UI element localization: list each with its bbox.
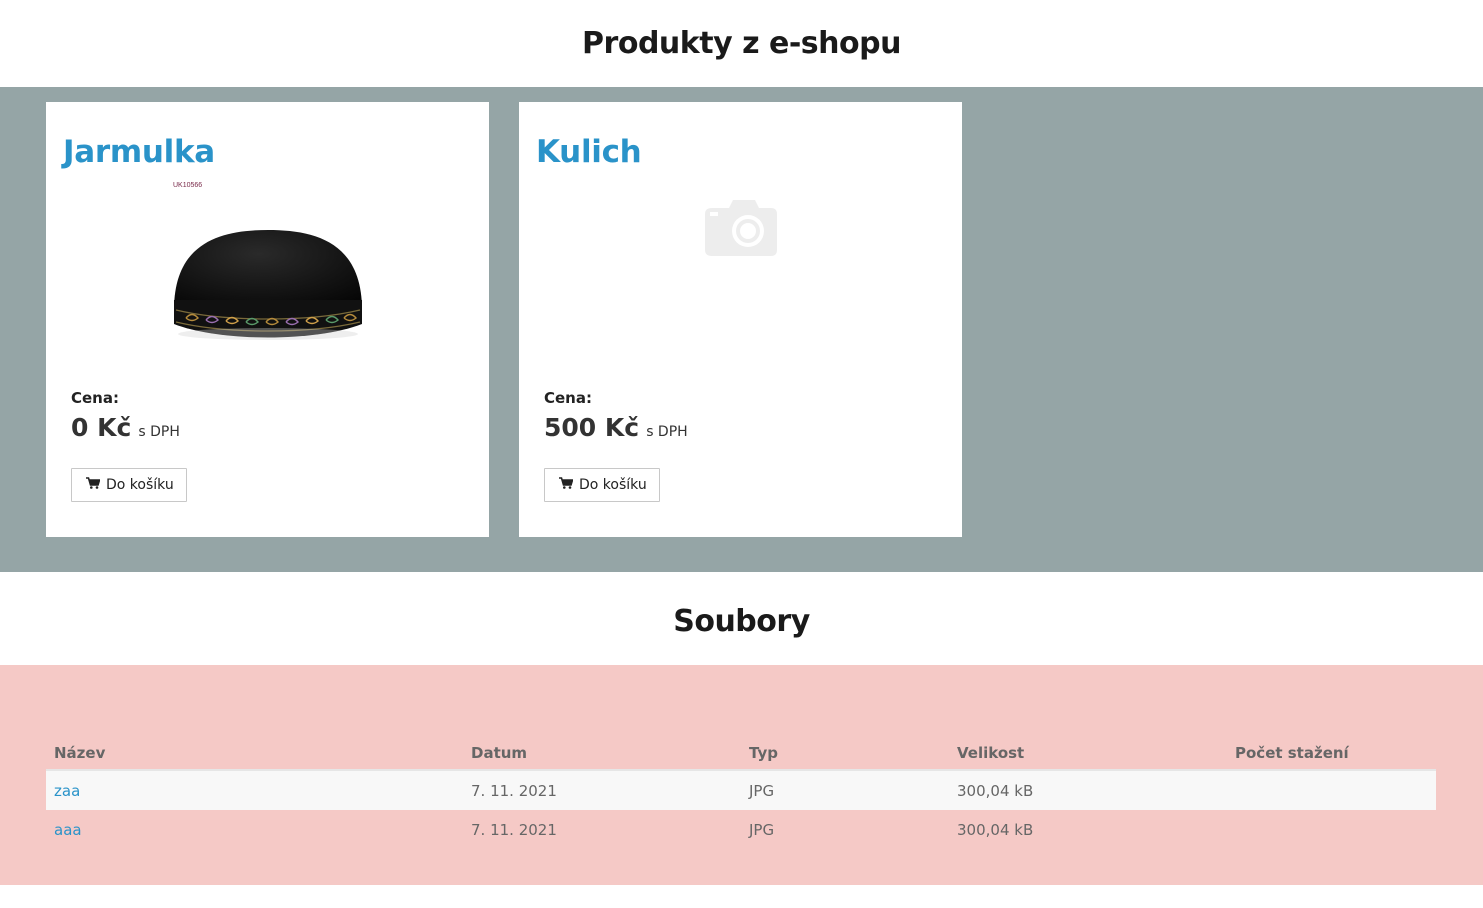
camera-placeholder-icon: [705, 200, 777, 256]
product-name-link[interactable]: Kulich: [536, 134, 642, 170]
price-label: Cena:: [544, 389, 592, 407]
price-label: Cena:: [71, 389, 119, 407]
file-name-cell: zaa: [46, 770, 463, 810]
file-downloads-cell: [1227, 810, 1436, 850]
shopping-cart-icon: [559, 477, 574, 493]
add-to-cart-button[interactable]: Do košíku: [71, 468, 187, 502]
product-image-sku-text: UK10566: [173, 182, 203, 189]
table-row: zaa 7. 11. 2021 JPG 300,04 kB: [46, 770, 1436, 810]
file-size-cell: 300,04 kB: [949, 770, 1227, 810]
kippah-image: [174, 230, 362, 340]
files-band: Název Datum Typ Velikost Počet stažení z…: [0, 665, 1483, 885]
price-vat-note: s DPH: [646, 424, 688, 440]
column-header-size: Velikost: [949, 737, 1227, 771]
products-band: Jarmulka UK10566 Cena: 0 Kč s DPH Do koš…: [0, 87, 1483, 572]
files-section-title: Soubory: [673, 604, 810, 639]
file-date-cell: 7. 11. 2021: [463, 770, 741, 810]
add-to-cart-label: Do košíku: [106, 477, 174, 493]
product-card-kulich: Kulich Cena: 500 Kč s DPH Do košíku: [519, 102, 962, 537]
file-type-cell: JPG: [741, 770, 949, 810]
price-value: 500 Kč: [544, 413, 640, 442]
files-table: Název Datum Typ Velikost Počet stažení z…: [46, 737, 1436, 850]
price-row: 0 Kč s DPH: [71, 413, 180, 442]
price-value: 0 Kč: [71, 413, 132, 442]
column-header-date: Datum: [463, 737, 741, 771]
file-downloads-cell: [1227, 770, 1436, 810]
column-header-name: Název: [46, 737, 463, 771]
file-link[interactable]: zaa: [54, 782, 80, 800]
file-link[interactable]: aaa: [54, 821, 82, 839]
price-vat-note: s DPH: [138, 424, 180, 440]
product-name-link[interactable]: Jarmulka: [63, 134, 215, 170]
product-image[interactable]: [519, 182, 962, 362]
file-date-cell: 7. 11. 2021: [471, 821, 557, 839]
product-card-jarmulka: Jarmulka UK10566 Cena: 0 Kč s DPH Do koš…: [46, 102, 489, 537]
file-size-cell: 300,04 kB: [957, 821, 1034, 839]
table-row: aaa 7. 11. 2021 JPG 300,04 kB: [46, 810, 1436, 850]
table-header-row: Název Datum Typ Velikost Počet stažení: [46, 737, 1436, 771]
column-header-downloads: Počet stažení: [1227, 737, 1436, 771]
product-image[interactable]: UK10566: [46, 182, 489, 362]
add-to-cart-label: Do košíku: [579, 477, 647, 493]
price-row: 500 Kč s DPH: [544, 413, 688, 442]
shopping-cart-icon: [86, 477, 101, 493]
column-header-type: Typ: [741, 737, 949, 771]
file-name-cell: aaa: [46, 810, 463, 850]
file-type-cell: JPG: [749, 821, 775, 839]
products-section-title: Produkty z e-shopu: [582, 26, 901, 61]
add-to-cart-button[interactable]: Do košíku: [544, 468, 660, 502]
